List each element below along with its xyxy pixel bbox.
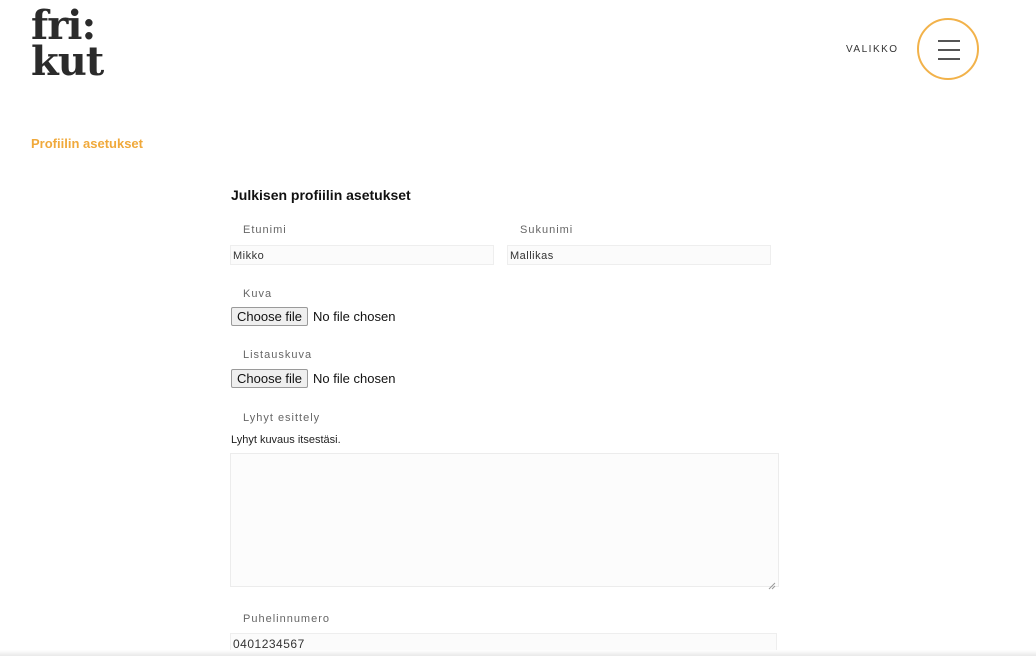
intro-help-text: Lyhyt kuvaus itsestäsi.	[231, 434, 341, 446]
menu-label[interactable]: VALIKKO	[846, 44, 899, 55]
menu-button[interactable]	[917, 18, 979, 80]
list-image-choose-file-button[interactable]: Choose file	[231, 369, 309, 388]
image-file-status: No file chosen	[313, 309, 396, 324]
section-title: Julkisen profiilin asetukset	[231, 187, 411, 203]
textarea-resize-handle[interactable]	[768, 577, 776, 590]
hamburger-icon-bar-3	[938, 58, 960, 60]
intro-textarea[interactable]	[230, 453, 779, 587]
hamburger-icon	[938, 40, 960, 42]
logo-line-2: kut	[31, 38, 104, 85]
last-name-field[interactable]: Mallikas	[507, 245, 771, 265]
viewport-bottom-edge	[0, 650, 1036, 656]
first-name-label: Etunimi	[243, 224, 287, 236]
list-image-file-status: No file chosen	[313, 371, 396, 386]
hamburger-icon-bar-2	[938, 49, 960, 51]
list-image-file-input: Choose file No file chosen	[231, 369, 395, 388]
intro-label: Lyhyt esittely	[243, 412, 321, 424]
list-image-label: Listauskuva	[243, 349, 313, 361]
last-name-label: Sukunimi	[520, 224, 574, 236]
image-label: Kuva	[243, 288, 273, 300]
frikut-logo[interactable]: fri: kut	[31, 6, 104, 85]
breadcrumb-profile-settings[interactable]: Profiilin asetukset	[31, 136, 143, 151]
image-file-input: Choose file No file chosen	[231, 307, 395, 326]
image-choose-file-button[interactable]: Choose file	[231, 307, 309, 326]
first-name-field[interactable]: Mikko	[230, 245, 494, 265]
phone-label: Puhelinnumero	[243, 613, 330, 625]
